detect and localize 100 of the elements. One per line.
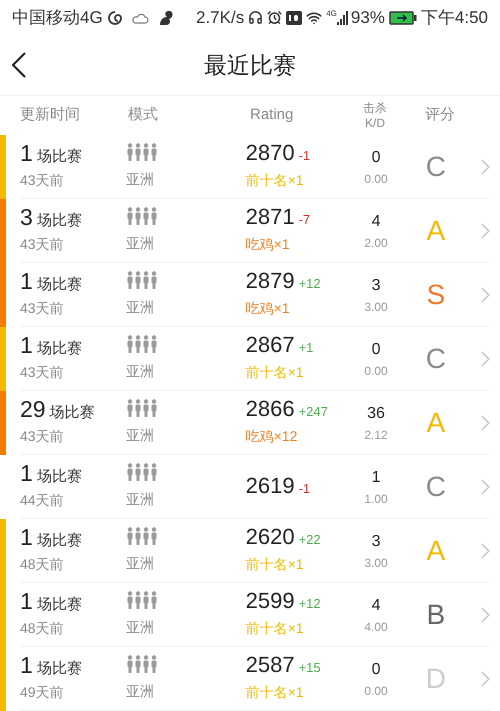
time-ago: 44天前 <box>20 491 65 510</box>
kd-ratio: 2.12 <box>364 426 388 444</box>
match-unit: 场比赛 <box>36 338 82 359</box>
rating-value: 2870 <box>246 142 295 164</box>
rating-delta: -7 <box>298 211 310 230</box>
chevron-icon <box>481 478 490 494</box>
match-count: 29 <box>20 398 46 421</box>
network-speed: 2.7K/s <box>196 6 244 29</box>
placement-label: 前十名×1 <box>246 362 305 382</box>
kd-ratio: 2.00 <box>364 234 388 252</box>
match-count: 1 <box>20 270 33 293</box>
chevron-icon <box>481 670 490 686</box>
kill-count: 0 <box>372 340 381 360</box>
column-header: Rating <box>250 106 294 125</box>
placement-label: 前十名×1 <box>246 554 305 574</box>
kill-count: 3 <box>372 532 381 552</box>
column-header: 击杀 <box>362 100 388 116</box>
match-count: 1 <box>20 462 33 485</box>
match-row[interactable]: 1 场比赛 48天前 亚洲 2599 +12 前十名×1 4 4.00 B <box>20 583 490 647</box>
rating-delta: -1 <box>298 147 310 166</box>
match-row[interactable]: 1 场比赛 43天前 亚洲 2879 +12 吃鸡×1 3 3.00 S <box>20 263 490 327</box>
rating-value: 2620 <box>246 526 295 548</box>
squad-icon <box>126 527 158 545</box>
squad-icon <box>126 207 158 225</box>
column-header: 更新时间 <box>20 106 81 125</box>
mode-label: 亚洲 <box>126 298 154 317</box>
chevron-icon <box>481 222 490 238</box>
kd-ratio: 3.00 <box>364 554 388 572</box>
match-unit: 场比赛 <box>36 530 82 551</box>
grade-letter: C <box>426 470 446 504</box>
match-count: 3 <box>20 206 33 229</box>
squad-icon <box>126 271 158 289</box>
column-header: 评分 <box>424 106 456 125</box>
kill-count: 4 <box>372 212 381 232</box>
match-unit: 场比赛 <box>36 210 82 231</box>
placement-label: 吃鸡×1 <box>246 234 291 254</box>
kd-ratio: 0.00 <box>364 170 388 188</box>
chevron-icon <box>481 414 490 430</box>
rating-delta: -1 <box>298 480 310 498</box>
wifi-icon <box>306 10 322 26</box>
rating-delta: +1 <box>298 339 314 358</box>
squad-icon <box>126 655 158 673</box>
squad-icon <box>126 399 158 417</box>
kd-ratio: 4.00 <box>364 618 388 636</box>
match-row[interactable]: 1 场比赛 43天前 亚洲 2870 -1 前十名×1 0 0.00 C <box>20 135 490 199</box>
squad-icon <box>126 143 158 161</box>
mode-label: 亚洲 <box>126 234 154 253</box>
match-row[interactable]: 1 场比赛 43天前 亚洲 2867 +1 前十名×1 0 0.00 C <box>20 327 490 391</box>
grade-letter: C <box>426 342 446 376</box>
chevron-icon <box>481 542 490 558</box>
match-unit: 场比赛 <box>36 594 82 615</box>
chevron-icon <box>481 606 490 622</box>
network-type: 4G <box>326 8 337 20</box>
swirl-icon <box>106 10 123 26</box>
battery-percent: 93% <box>350 6 385 29</box>
clock-time: 下午4:50 <box>420 6 488 29</box>
rating-delta: +247 <box>298 403 328 422</box>
rating-value: 2871 <box>246 206 295 228</box>
match-row[interactable]: 1 场比赛 44天前 亚洲 2619 -1 1 1.00 C <box>20 455 490 519</box>
time-ago: 49天前 <box>20 683 65 702</box>
squad-icon <box>126 463 158 481</box>
grade-letter: C <box>426 150 446 184</box>
match-unit: 场比赛 <box>50 402 95 423</box>
match-count: 1 <box>20 654 33 677</box>
time-ago: 48天前 <box>20 555 65 574</box>
match-row[interactable]: 29 场比赛 43天前 亚洲 2866 +247 吃鸡×12 36 2.12 A <box>20 391 490 455</box>
match-unit: 场比赛 <box>36 274 82 295</box>
mode-label: 亚洲 <box>126 618 154 637</box>
placement-label: 前十名×1 <box>246 682 305 702</box>
chevron-icon <box>481 350 490 366</box>
time-ago: 43天前 <box>20 427 65 446</box>
kill-count: 36 <box>367 404 385 424</box>
match-unit: 场比赛 <box>36 658 82 679</box>
grade-letter: S <box>426 278 446 312</box>
kd-ratio: 0.00 <box>364 682 388 700</box>
mode-label: 亚洲 <box>126 682 154 701</box>
match-count: 1 <box>20 526 33 549</box>
alarm-icon <box>267 10 282 25</box>
headphones-icon <box>248 10 264 25</box>
time-ago: 48天前 <box>20 619 65 638</box>
grade-letter: A <box>426 406 446 440</box>
grade-letter: A <box>426 534 446 568</box>
carrier-label: 中国移动4G <box>12 6 103 29</box>
squad-icon <box>126 591 158 609</box>
battery-icon <box>388 10 417 24</box>
column-subheader: K/D <box>364 116 386 130</box>
grade-letter: B <box>426 598 446 632</box>
match-row[interactable]: 1 场比赛 48天前 亚洲 2620 +22 前十名×1 3 3.00 A <box>20 519 490 583</box>
placement-label: 前十名×1 <box>246 618 305 638</box>
mode-label: 亚洲 <box>126 362 154 381</box>
placement-label: 吃鸡×1 <box>246 298 291 318</box>
column-header: 模式 <box>128 106 159 125</box>
rating-value: 2619 <box>246 474 295 497</box>
squad-icon <box>126 335 158 353</box>
mode-label: 亚洲 <box>126 554 154 573</box>
rating-delta: +22 <box>298 531 321 550</box>
match-count: 1 <box>20 334 33 357</box>
kill-count: 3 <box>372 276 381 296</box>
rating-value: 2587 <box>246 654 295 676</box>
match-row[interactable]: 3 场比赛 43天前 亚洲 2871 -7 吃鸡×1 4 2.00 A <box>20 199 490 263</box>
